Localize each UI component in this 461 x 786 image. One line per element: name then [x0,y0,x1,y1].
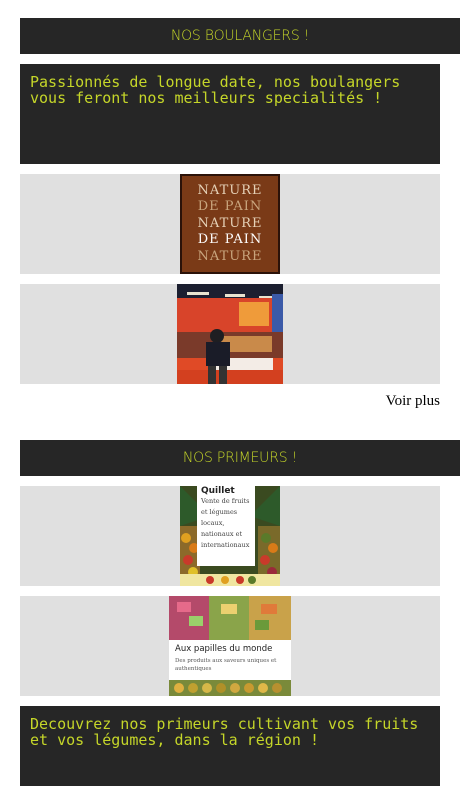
primeurs-intro-text: Decouvrez nos primeurs cultivant vos fru… [30,715,419,749]
papilles-photo[interactable]: Aux papilles du monde Des produits aux s… [169,596,291,696]
logo-line-1: NATURE [197,182,263,198]
boulangers-intro-text: Passionnés de longue date, nos boulanger… [30,73,401,107]
papilles-name: Aux papilles du monde [175,644,273,654]
boulanger-card-shop[interactable] [20,284,440,384]
boulangers-title-text: NOS BOULANGERS ! [170,28,310,44]
boulangers-intro-box: Passionnés de longue date, nos boulanger… [20,64,440,164]
logo-line-5: NATURE [197,248,263,264]
primeurs-section-title: NOS PRIMEURS ! [20,440,460,476]
primeurs-intro-box: Decouvrez nos primeurs cultivant vos fru… [20,706,440,786]
papilles-info-card: Aux papilles du monde Des produits aux s… [169,640,291,680]
logo-line-3: NATURE [197,215,263,231]
boulangers-section-title: NOS BOULANGERS ! [20,18,460,54]
primeurs-title-text: NOS PRIMEURS ! [182,450,298,466]
voir-plus-link[interactable]: Voir plus [386,393,440,410]
nature-de-pain-logo[interactable]: NATURE DE PAIN NATURE DE PAIN NATURE [180,174,280,274]
quillet-info-card: Quillet Vente de fruits et légumes locau… [197,486,255,566]
quillet-photo[interactable]: Quillet Vente de fruits et légumes locau… [180,486,280,586]
primeur-card-papilles[interactable]: Aux papilles du monde Des produits aux s… [20,596,440,696]
boulanger-card-nature-de-pain[interactable]: NATURE DE PAIN NATURE DE PAIN NATURE [20,174,440,274]
papilles-description: Des produits aux saveurs uniques et auth… [175,658,277,672]
quillet-name: Quillet [201,486,235,496]
primeur-card-quillet[interactable]: Quillet Vente de fruits et légumes locau… [20,486,440,586]
logo-line-2: DE PAIN [197,199,263,215]
logo-line-4: DE PAIN [197,232,263,248]
quillet-description: Vente de fruits et légumes locaux, natio… [201,497,250,549]
bakery-shop-photo[interactable] [177,284,283,384]
bakery-shop-image [177,284,283,384]
